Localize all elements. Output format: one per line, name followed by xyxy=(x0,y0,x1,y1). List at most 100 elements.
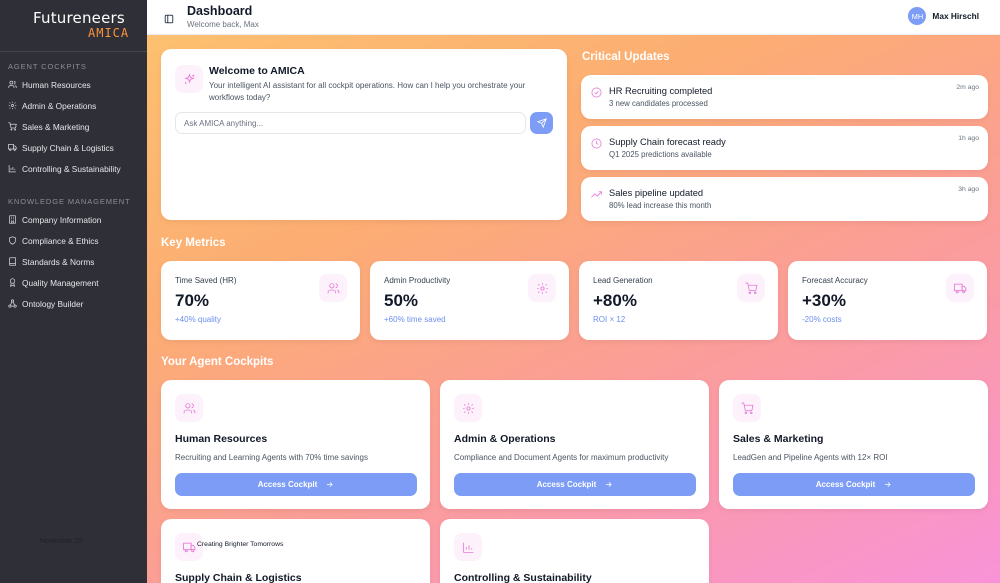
sparkles-icon xyxy=(183,72,195,84)
sidebar-item-sales-marketing[interactable]: Sales & Marketing xyxy=(0,116,147,137)
metric-icon-tile xyxy=(528,274,556,302)
avatar: MH xyxy=(908,7,927,25)
sidebar-item-standards[interactable]: Standards & Norms xyxy=(0,251,147,272)
user-name: Max Hirschl xyxy=(932,11,979,21)
arrow-right-icon xyxy=(885,481,891,488)
network-icon xyxy=(8,299,17,308)
sidebar-item-controlling[interactable]: Controlling & Sustainability xyxy=(0,158,147,179)
cockpit-title: Sales & Marketing xyxy=(733,433,824,445)
cart-icon xyxy=(741,402,753,414)
cockpit-desc: Compliance and Document Agents for maxim… xyxy=(454,453,669,462)
welcome-text: Your intelligent AI assistant for all co… xyxy=(209,81,526,102)
cockpit-title: Human Resources xyxy=(175,433,268,445)
agent-cockpits-heading: Your Agent Cockpits xyxy=(161,356,274,368)
sidebar-item-company-information[interactable]: Company Information xyxy=(0,209,147,230)
cockpit-card-human-resources: Human Resources Recruiting and Learning … xyxy=(161,380,430,509)
sidebar-item-compliance[interactable]: Compliance & Ethics xyxy=(0,230,147,251)
ask-amica-input[interactable] xyxy=(175,112,526,134)
cockpit-card-controlling: Controlling & Sustainability xyxy=(440,519,709,583)
building-icon xyxy=(9,215,16,224)
update-card[interactable]: Supply Chain forecast ready Q1 2025 pred… xyxy=(581,126,988,170)
metric-value: 70% xyxy=(175,291,210,310)
metric-sub: ROI × 12 xyxy=(593,315,626,324)
update-time: 2m ago xyxy=(956,84,979,91)
arrow-right-icon xyxy=(606,481,612,488)
cockpit-icon-tile xyxy=(733,394,761,422)
sidebar-item-label: Supply Chain & Logistics xyxy=(22,142,114,153)
tagline-text: Creating Brighter Tomorrows xyxy=(197,541,284,548)
update-card[interactable]: HR Recruiting completed 3 new candidates… xyxy=(581,75,988,119)
sidebar-item-label: Quality Management xyxy=(22,277,99,288)
cockpit-icon-tile xyxy=(454,394,482,422)
sidebar-section-title-knowledge: KNOWLEDGE MANAGEMENT xyxy=(8,197,131,206)
sidebar-item-label: Sales & Marketing xyxy=(22,121,90,132)
gear-icon xyxy=(536,282,548,294)
update-subtitle: 3 new candidates processed xyxy=(609,99,708,108)
chart-icon xyxy=(462,542,473,553)
access-cockpit-button[interactable]: Access Cockpit xyxy=(454,473,696,496)
sidebar-item-label: Standards & Norms xyxy=(22,256,95,267)
panel-left-icon xyxy=(164,14,174,24)
main-content: Welcome to AMICA Your intelligent AI ass… xyxy=(147,35,1000,583)
update-time: 3h ago xyxy=(958,186,979,193)
update-time: 1h ago xyxy=(958,135,979,142)
logo-product: AMICA xyxy=(88,26,130,40)
metric-sub: -20% costs xyxy=(802,315,842,324)
metric-label: Forecast Accuracy xyxy=(802,276,868,285)
metric-value: +30% xyxy=(802,291,846,310)
metric-label: Time Saved (HR) xyxy=(175,276,237,285)
sidebar-item-label: Ontology Builder xyxy=(22,298,84,309)
cart-icon xyxy=(8,122,17,131)
truck-icon xyxy=(182,542,195,552)
sidebar-item-admin-operations[interactable]: Admin & Operations xyxy=(0,95,147,116)
trending-up-icon xyxy=(591,191,602,198)
user-menu[interactable]: MH Max Hirschl xyxy=(908,7,979,25)
metric-icon-tile xyxy=(319,274,347,302)
cockpit-card-sales-marketing: Sales & Marketing LeadGen and Pipeline A… xyxy=(719,380,988,509)
logo-brand: Futureneers xyxy=(33,9,125,27)
metric-sub: +60% time saved xyxy=(384,315,446,324)
chart-icon xyxy=(8,165,16,173)
clock-icon xyxy=(591,138,602,149)
update-subtitle: Q1 2025 predictions available xyxy=(609,150,712,159)
arrow-right-icon xyxy=(327,481,333,488)
sidebar-item-label: Admin & Operations xyxy=(22,100,97,111)
page-title: Dashboard xyxy=(187,4,253,18)
button-label: Access Cockpit xyxy=(536,480,597,489)
key-metrics-heading: Key Metrics xyxy=(161,237,226,249)
sidebar-item-ontology[interactable]: Ontology Builder xyxy=(0,293,147,314)
metric-label: Lead Generation xyxy=(593,276,653,285)
welcome-card: Welcome to AMICA Your intelligent AI ass… xyxy=(161,49,567,220)
metric-value: +80% xyxy=(593,291,637,310)
sidebar-item-quality[interactable]: Quality Management xyxy=(0,272,147,293)
update-title: Supply Chain forecast ready xyxy=(609,137,726,147)
metric-sub: +40% quality xyxy=(175,315,222,324)
update-card[interactable]: Sales pipeline updated 80% lead increase… xyxy=(581,177,988,221)
sidebar-item-human-resources[interactable]: Human Resources xyxy=(0,74,147,95)
logo[interactable]: Futureneers AMICA xyxy=(0,0,147,52)
metric-icon-tile xyxy=(946,274,974,302)
gear-icon xyxy=(8,101,17,110)
cockpit-title: Supply Chain & Logistics xyxy=(175,572,302,583)
cockpit-desc: LeadGen and Pipeline Agents with 12× ROI xyxy=(733,453,888,462)
access-cockpit-button[interactable]: Access Cockpit xyxy=(175,473,417,496)
sidebar-item-label: Human Resources xyxy=(22,79,91,90)
cockpit-icon-tile xyxy=(454,533,482,561)
update-icon-wrap xyxy=(591,187,602,198)
welcome-title: Welcome to AMICA xyxy=(209,65,305,77)
send-button[interactable] xyxy=(530,112,553,134)
critical-updates-heading: Critical Updates xyxy=(582,51,670,63)
award-icon xyxy=(9,278,16,287)
cart-icon xyxy=(745,282,757,294)
cockpit-card-admin-operations: Admin & Operations Compliance and Docume… xyxy=(440,380,709,509)
access-cockpit-button[interactable]: Access Cockpit xyxy=(733,473,975,496)
update-subtitle: 80% lead increase this month xyxy=(609,201,712,210)
sidebar-item-supply-chain[interactable]: Supply Chain & Logistics xyxy=(0,137,147,158)
sidebar-toggle-button[interactable] xyxy=(164,11,174,24)
users-icon xyxy=(8,80,17,88)
update-icon-wrap xyxy=(591,85,602,98)
sparkles-icon-tile xyxy=(175,65,203,93)
metric-card-admin-productivity: Admin Productivity 50% +60% time saved xyxy=(370,261,569,340)
shield-icon xyxy=(9,236,16,245)
send-icon xyxy=(536,118,547,128)
